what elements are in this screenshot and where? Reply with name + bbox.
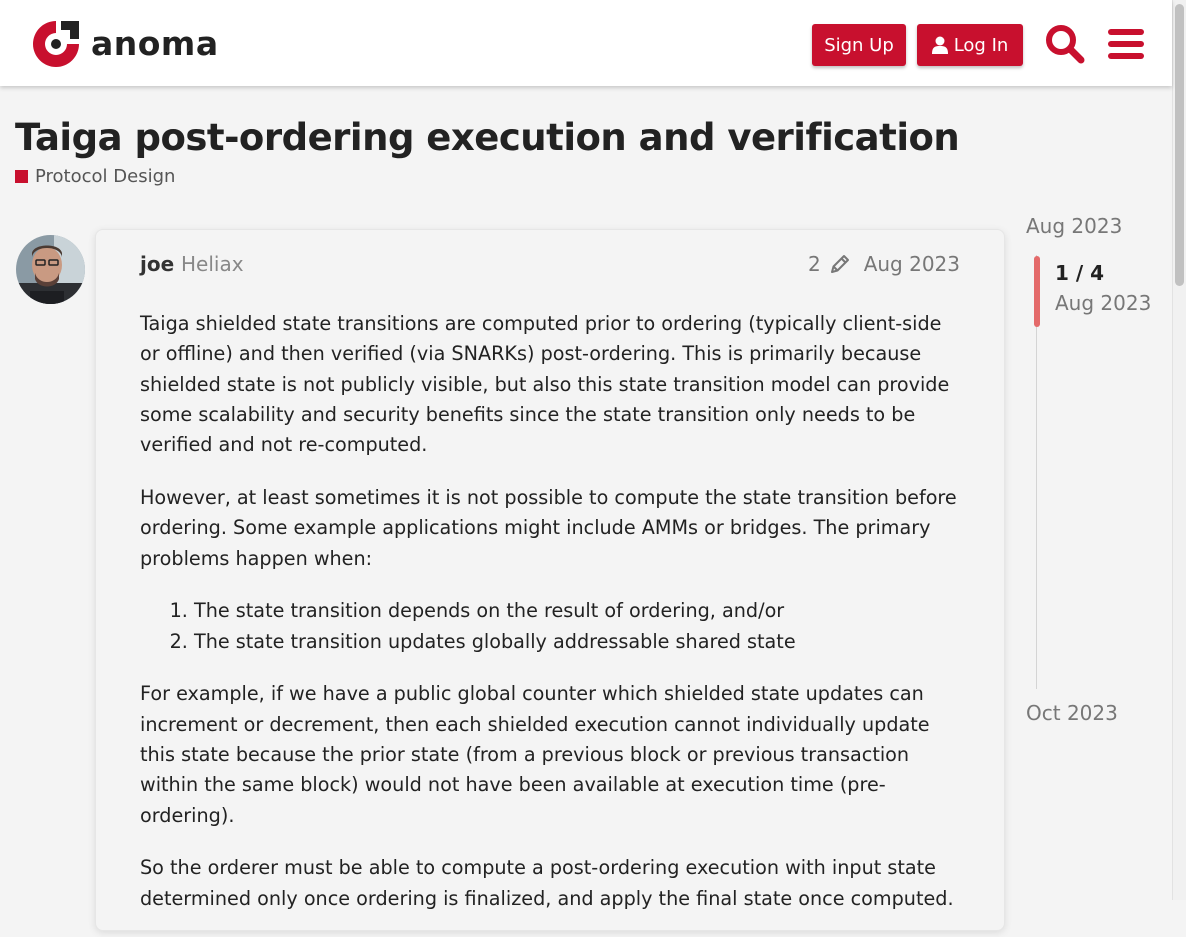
user-icon: [931, 36, 948, 54]
log-in-label: Log In: [953, 34, 1009, 56]
post-paragraph: For example, if we have a public global …: [140, 682, 930, 827]
page-scrollbar[interactable]: [1172, 0, 1186, 900]
avatar[interactable]: [16, 235, 85, 304]
edit-count: 2: [808, 252, 821, 276]
post-body: Taiga shielded state transitions are com…: [140, 309, 960, 937]
timeline-scroll-handle[interactable]: [1034, 256, 1040, 327]
pencil-icon: [829, 253, 851, 275]
hamburger-menu-icon[interactable]: [1104, 22, 1148, 66]
username[interactable]: joe: [140, 252, 174, 276]
post-date[interactable]: Aug 2023: [864, 252, 960, 276]
list-item: The state transition updates globally ad…: [194, 627, 960, 657]
scrollbar-thumb[interactable]: [1175, 4, 1184, 286]
list-item: The state transition depends on the resu…: [194, 596, 960, 626]
timeline-position: 1 / 4: [1055, 261, 1105, 285]
anoma-logo-mark-icon: [33, 21, 79, 67]
timeline-position-date: Aug 2023: [1055, 291, 1152, 315]
anoma-logo[interactable]: anoma: [30, 18, 219, 70]
site-header: anoma Sign Up Log In: [0, 0, 1172, 86]
post-paragraph: So the orderer must be able to compute a…: [140, 856, 954, 910]
category-name: Protocol Design: [35, 166, 176, 187]
log-in-button[interactable]: Log In: [917, 24, 1023, 66]
timeline-start-date[interactable]: Aug 2023: [1026, 214, 1122, 238]
topic-title[interactable]: Taiga post-ordering execution and verifi…: [15, 116, 960, 159]
edit-history-button[interactable]: 2: [808, 252, 851, 276]
sign-up-button[interactable]: Sign Up: [812, 24, 906, 66]
category-badge[interactable]: Protocol Design: [15, 166, 175, 187]
post-list: The state transition depends on the resu…: [140, 596, 960, 657]
sign-up-label: Sign Up: [824, 34, 894, 56]
search-icon[interactable]: [1043, 22, 1087, 66]
user-group[interactable]: Heliax: [181, 252, 244, 276]
timeline-end-date[interactable]: Oct 2023: [1026, 701, 1118, 725]
post-paragraph: Taiga shielded state transitions are com…: [140, 312, 950, 457]
post-meta: joe Heliax 2 Aug 2023: [140, 250, 960, 282]
category-color-square: [15, 170, 28, 183]
post-paragraph: However, at least sometimes it is not po…: [140, 485, 957, 570]
logo-text: anoma: [91, 23, 219, 63]
